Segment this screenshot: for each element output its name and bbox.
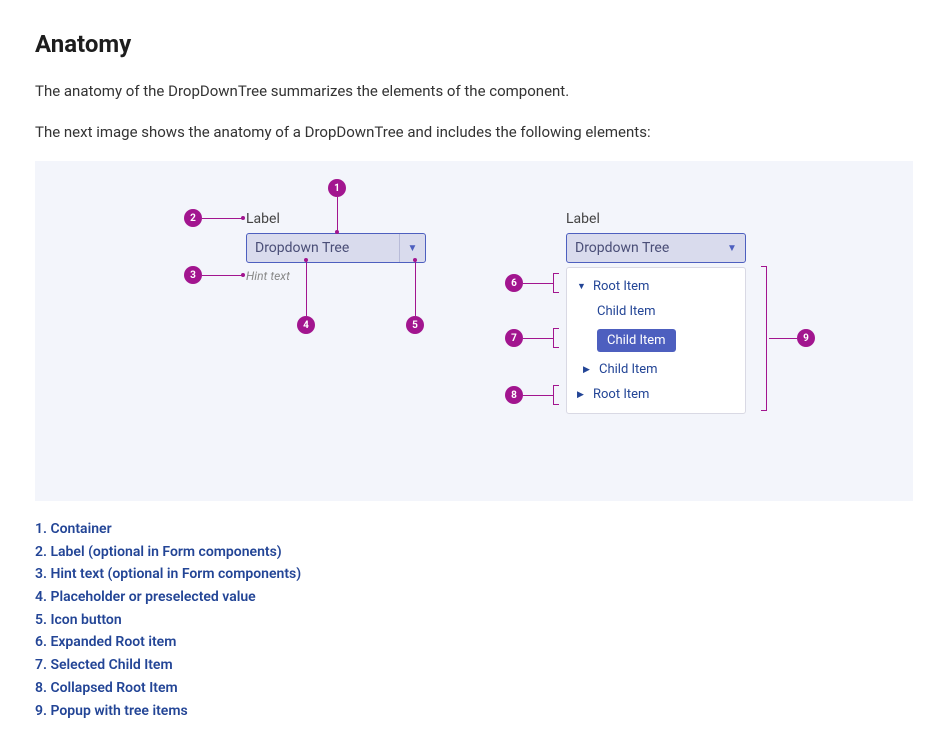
callout-dot: [335, 230, 339, 234]
intro-paragraph-1: The anatomy of the DropDownTree summariz…: [35, 80, 913, 103]
caret-right-icon: ▶: [577, 390, 587, 400]
tree-root-expanded[interactable]: ▼ Root Item: [567, 274, 745, 299]
tree-child-item[interactable]: Child Item: [567, 299, 745, 324]
callout-dot: [304, 258, 308, 262]
callout-badge-6: 6: [505, 274, 523, 292]
callout-line: [306, 261, 307, 316]
dropdown-placeholder: Dropdown Tree: [255, 240, 349, 256]
legend-item: 8. Collapsed Root Item: [35, 678, 913, 700]
tree-child-selected[interactable]: Child Item: [567, 324, 745, 357]
tree-label: Child Item: [597, 304, 656, 319]
callout-line: [523, 283, 553, 284]
legend-item: 9. Popup with tree items: [35, 701, 913, 723]
legend-item: 7. Selected Child Item: [35, 655, 913, 677]
callout-line: [523, 395, 553, 396]
callout-badge-1: 1: [328, 179, 346, 197]
field-label: Label: [566, 211, 746, 227]
callout-badge-2: 2: [184, 209, 202, 227]
tree-root-collapsed[interactable]: ▶ Root Item: [567, 382, 745, 407]
callout-badge-5: 5: [406, 316, 424, 334]
callout-badge-4: 4: [297, 316, 315, 334]
callout-dot: [241, 273, 245, 277]
caret-down-icon: ▼: [577, 281, 587, 292]
callout-bracket: [553, 328, 559, 348]
tree-label: Child Item: [597, 329, 676, 352]
tree-child-item[interactable]: ▶ Child Item: [567, 357, 745, 382]
dropdown-value: Dropdown Tree: [575, 240, 669, 256]
dropdown-popup: ▼ Root Item Child Item Child Item ▶ Chil…: [566, 267, 746, 414]
chevron-down-icon[interactable]: ▼: [399, 234, 425, 262]
anatomy-legend: 1. Container 2. Label (optional in Form …: [35, 519, 913, 722]
callout-badge-7: 7: [505, 329, 523, 347]
legend-item: 6. Expanded Root item: [35, 632, 913, 654]
chevron-down-icon[interactable]: ▼: [719, 234, 745, 262]
legend-item: 3. Hint text (optional in Form component…: [35, 564, 913, 586]
legend-item: 4. Placeholder or preselected value: [35, 587, 913, 609]
callout-line: [769, 338, 797, 339]
dropdown-field[interactable]: Dropdown Tree ▼: [246, 233, 426, 263]
field-label: Label: [246, 211, 426, 227]
callout-badge-8: 8: [505, 386, 523, 404]
callout-bracket: [761, 266, 767, 411]
page-title: Anatomy: [35, 30, 913, 58]
callout-dot: [241, 216, 245, 220]
tree-label: Root Item: [593, 387, 649, 402]
callout-line: [202, 218, 242, 219]
callout-bracket: [553, 273, 559, 293]
callout-line: [523, 338, 553, 339]
callout-line: [415, 261, 416, 316]
callout-line: [337, 197, 338, 231]
hint-text: Hint text: [246, 269, 426, 283]
callout-dot: [413, 258, 417, 262]
callout-badge-3: 3: [184, 266, 202, 284]
dropdown-field-open[interactable]: Dropdown Tree ▼: [566, 233, 746, 263]
anatomy-diagram: Label Dropdown Tree ▼ Hint text 1 2 3 4 …: [35, 161, 913, 501]
callout-bracket: [553, 385, 559, 405]
intro-paragraph-2: The next image shows the anatomy of a Dr…: [35, 121, 913, 144]
tree-label: Child Item: [599, 362, 658, 377]
callout-line: [202, 275, 242, 276]
legend-item: 5. Icon button: [35, 610, 913, 632]
legend-item: 1. Container: [35, 519, 913, 541]
tree-label: Root Item: [593, 279, 649, 294]
caret-right-icon: ▶: [583, 365, 593, 375]
legend-item: 2. Label (optional in Form components): [35, 542, 913, 564]
callout-badge-9: 9: [797, 329, 815, 347]
